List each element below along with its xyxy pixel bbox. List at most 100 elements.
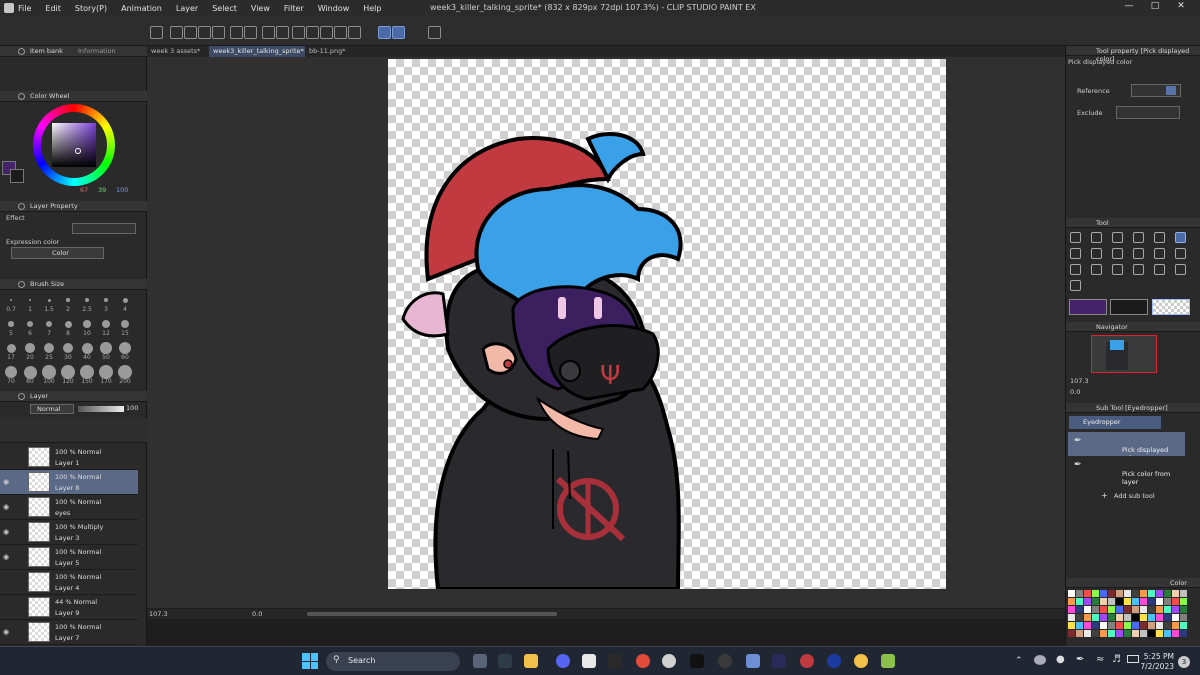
clear-icon[interactable] <box>320 26 333 39</box>
palette-color[interactable] <box>1116 630 1123 637</box>
battery-icon[interactable] <box>1127 655 1139 663</box>
ruler-icon[interactable] <box>334 26 347 39</box>
text-tool-icon[interactable] <box>1112 264 1123 275</box>
palette-color[interactable] <box>1092 622 1099 629</box>
pen-icon[interactable]: ✒ <box>1076 654 1084 665</box>
palette-color[interactable] <box>1108 590 1115 597</box>
save-icon[interactable] <box>184 26 197 39</box>
eye-hidden-icon[interactable] <box>3 453 11 459</box>
palette-color[interactable] <box>1076 614 1083 621</box>
palette-color[interactable] <box>1084 614 1091 621</box>
palette-color[interactable] <box>1116 590 1123 597</box>
palette-color[interactable] <box>1140 590 1147 597</box>
layer-row[interactable]: ◉ 100 % Normal Layer 5 <box>0 545 138 570</box>
alien-icon[interactable] <box>662 654 676 668</box>
task-view-icon[interactable] <box>473 654 487 668</box>
redo-icon[interactable] <box>244 26 257 39</box>
wifi-icon[interactable]: ≈ <box>1096 654 1104 665</box>
palette-color[interactable] <box>1076 630 1083 637</box>
palette-color[interactable] <box>1084 590 1091 597</box>
export-icon[interactable] <box>198 26 211 39</box>
palette-color[interactable] <box>1092 598 1099 605</box>
expression-color-select[interactable]: Color <box>11 247 104 259</box>
palette-color[interactable] <box>1132 630 1139 637</box>
exclude-buttons[interactable] <box>1116 106 1180 119</box>
palette-color[interactable] <box>1084 622 1091 629</box>
taskbar-search[interactable]: ⚲ Search <box>326 652 460 671</box>
palette-color[interactable] <box>1068 606 1075 613</box>
layer-row[interactable]: 100 % Normal Layer 1 <box>0 445 138 470</box>
maximize-icon[interactable]: □ <box>1142 1 1168 11</box>
brush-size-cell[interactable]: 2.5 <box>78 292 96 314</box>
palette-color[interactable] <box>1108 598 1115 605</box>
vector-erase-icon[interactable] <box>428 26 441 39</box>
eye-icon[interactable]: ◉ <box>3 628 11 636</box>
brush-size-cell[interactable]: 4 <box>116 292 134 314</box>
eye-hidden-icon[interactable] <box>3 578 11 584</box>
reference-buttons[interactable] <box>1131 84 1181 97</box>
brush-size-cell[interactable]: 40 <box>78 340 96 362</box>
palette-color[interactable] <box>1076 598 1083 605</box>
blend-tool-icon[interactable] <box>1175 248 1186 259</box>
angle-value[interactable]: 0.0 <box>252 610 262 618</box>
palette-color[interactable] <box>1116 598 1123 605</box>
windows-start-icon[interactable] <box>302 653 318 669</box>
brush-size-cell[interactable]: 8 <box>59 316 77 338</box>
hand-tool-icon[interactable] <box>1091 232 1102 243</box>
palette-color[interactable] <box>1164 590 1171 597</box>
palette-color[interactable] <box>1180 622 1187 629</box>
palette-color[interactable] <box>1084 630 1091 637</box>
palette-color[interactable] <box>1100 590 1107 597</box>
brush-size-cell[interactable]: 1.5 <box>40 292 58 314</box>
sub-color-swatch[interactable] <box>10 169 24 183</box>
brush-size-cell[interactable]: 80 <box>21 364 39 386</box>
opacity-slider[interactable] <box>78 406 124 412</box>
palette-color[interactable] <box>1132 614 1139 621</box>
brush-size-cell[interactable]: 170 <box>97 364 115 386</box>
palette-color[interactable] <box>1076 590 1083 597</box>
eye-icon[interactable]: ◉ <box>3 528 11 536</box>
palette-color[interactable] <box>1108 614 1115 621</box>
palette-color[interactable] <box>1132 606 1139 613</box>
zoom-tool-icon[interactable] <box>1070 232 1081 243</box>
sub-tool-pick-from-layer[interactable]: ✒ Pick color from layer <box>1068 456 1185 486</box>
vita-icon[interactable] <box>746 654 760 668</box>
eye-hidden-icon[interactable] <box>3 603 11 609</box>
eyedropper-tool-icon[interactable] <box>1175 232 1186 243</box>
undo-icon[interactable] <box>230 26 243 39</box>
menu-view[interactable]: View <box>251 4 270 13</box>
tab-week3-assets[interactable]: week 3 assets* <box>147 46 209 57</box>
palette-color[interactable] <box>1140 622 1147 629</box>
menu-file[interactable]: File <box>18 4 31 13</box>
palette-color[interactable] <box>1148 614 1155 621</box>
palette-color[interactable] <box>1092 614 1099 621</box>
terminal-icon[interactable] <box>498 654 512 668</box>
layer-row[interactable]: ◉ 100 % Normal Layer 7 <box>0 620 138 645</box>
palette-color[interactable] <box>1092 630 1099 637</box>
palette-color[interactable] <box>1124 590 1131 597</box>
palette-color[interactable] <box>1148 606 1155 613</box>
transparent-color[interactable] <box>1152 299 1190 315</box>
mic-icon[interactable]: ● <box>1056 654 1065 665</box>
palette-color[interactable] <box>1068 590 1075 597</box>
palette-color[interactable] <box>1100 598 1107 605</box>
clip-studio-icon[interactable] <box>582 654 596 668</box>
palette-color[interactable] <box>1156 598 1163 605</box>
tab-information[interactable]: Information <box>78 47 116 55</box>
palette-color[interactable] <box>1164 598 1171 605</box>
magic-wand-tool-icon[interactable] <box>1154 232 1165 243</box>
navigator-angle[interactable]: 0.0 <box>1070 388 1080 396</box>
discord-icon[interactable] <box>556 654 570 668</box>
palette-color[interactable] <box>1132 622 1139 629</box>
tool-sub-color[interactable] <box>1110 299 1148 315</box>
fill-tool-icon[interactable] <box>1070 264 1081 275</box>
palette-color[interactable] <box>1156 614 1163 621</box>
figure-tool-icon[interactable] <box>1175 264 1186 275</box>
emoji-icon[interactable] <box>854 654 868 668</box>
pokeball-icon[interactable] <box>800 654 814 668</box>
osu-icon[interactable] <box>827 654 841 668</box>
color-cursor[interactable] <box>75 148 81 154</box>
brush-size-cell[interactable]: 17 <box>2 340 20 362</box>
snap-icon[interactable] <box>348 26 361 39</box>
brush-size-cell[interactable]: 12 <box>97 316 115 338</box>
